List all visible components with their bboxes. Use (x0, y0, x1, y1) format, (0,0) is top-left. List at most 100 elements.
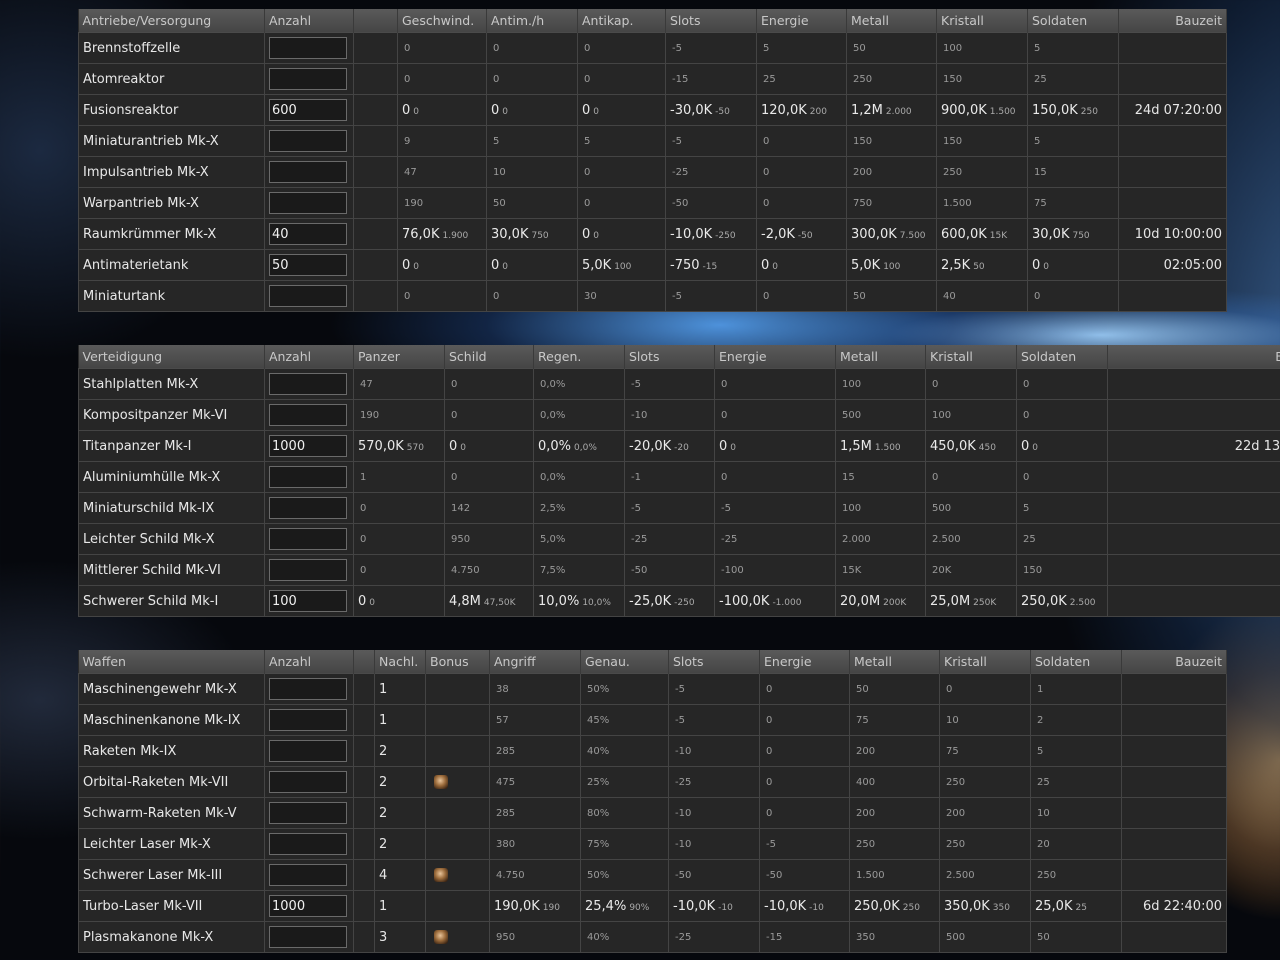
quantity-input[interactable] (269, 926, 347, 948)
stat-value: 950 (489, 921, 581, 953)
stat-value: 0 (397, 280, 487, 312)
stat-per-unit: 0 (413, 261, 420, 272)
build-time: 24d 07:20:00 (1118, 94, 1227, 126)
quantity-input[interactable] (269, 590, 347, 612)
quantity-input[interactable] (269, 130, 347, 152)
bonus-icon[interactable] (434, 775, 448, 789)
stat-value: -50 (624, 554, 715, 586)
stat-value: -5 (624, 492, 715, 524)
stat-value: 25 (1030, 766, 1122, 798)
quantity-input[interactable] (269, 802, 347, 824)
stat-value: 75% (580, 828, 669, 860)
table-row: Turbo-Laser Mk-VII1190,0K19025,4%90%-10,… (78, 890, 1227, 922)
spacer-cell (353, 187, 398, 219)
stat-total: -20,0K (629, 438, 672, 454)
stat-total: 600,0K (941, 226, 987, 242)
quantity-input[interactable] (269, 678, 347, 700)
stat-value: 00 (397, 94, 487, 126)
stat-value: 200 (939, 797, 1031, 829)
table-row: Orbital-Raketen Mk-VII 2 475 25% -25 0 400 250 2… (78, 766, 1227, 798)
quantity-input[interactable] (269, 99, 347, 121)
quantity-input[interactable] (269, 771, 347, 793)
quantity-input[interactable] (269, 740, 347, 762)
stat-total: -100,0K (719, 593, 770, 609)
stat-value: 20 (1030, 828, 1122, 860)
stat-value: -10,0K -10 (759, 890, 850, 922)
bonus-icon[interactable] (434, 868, 448, 882)
stat-value: 0 (756, 156, 847, 188)
stat-total: 25,0M (930, 593, 971, 609)
quantity-input[interactable] (269, 285, 347, 307)
quantity-input[interactable] (269, 895, 347, 917)
item-name: Kompositpanzer Mk-VI (78, 399, 265, 431)
item-name: Antimaterietank (78, 249, 265, 281)
stat-value: 0 (577, 156, 666, 188)
stat-value: 250 (939, 828, 1031, 860)
reload-value: 1 (374, 673, 426, 705)
quantity-input[interactable] (269, 466, 347, 488)
table-row: Miniaturtank 0 0 30 -5 0 50 40 0 (78, 280, 1227, 312)
stat-value: 25 (1027, 63, 1119, 95)
spacer-cell (353, 218, 398, 250)
quantity-cell (264, 94, 354, 126)
stat-value: 0,0% (533, 399, 625, 431)
stat-value: 150,0K 250 (1027, 94, 1119, 126)
stat-per-unit: 0 (593, 106, 600, 117)
stat-per-unit: 250K (973, 597, 997, 608)
quantity-input[interactable] (269, 373, 347, 395)
stat-value: 45% (580, 704, 669, 736)
stat-value: -1 (624, 461, 715, 493)
stat-total: 300,0K (851, 226, 897, 242)
quantity-input[interactable] (269, 559, 347, 581)
stat-value: 00 (444, 430, 534, 462)
weapons-table: Waffen Anzahl Nachl. Bonus Angriff Genau. Slot… (78, 650, 1227, 953)
quantity-input[interactable] (269, 192, 347, 214)
quantity-input[interactable] (269, 528, 347, 550)
quantity-input[interactable] (269, 709, 347, 731)
column-header: Energie (756, 9, 847, 33)
quantity-input[interactable] (269, 497, 347, 519)
stat-per-unit: 2.500 (1069, 597, 1096, 608)
stat-value: 4.750 (489, 859, 581, 891)
stat-value: 1 (1030, 673, 1122, 705)
stat-value: -100 (714, 554, 836, 586)
stat-value: 100 (835, 492, 926, 524)
quantity-input[interactable] (269, 161, 347, 183)
build-time (1121, 921, 1227, 953)
stat-value: 0 (714, 399, 836, 431)
quantity-input[interactable] (269, 864, 347, 886)
stat-per-unit: 1.500 (874, 442, 901, 453)
build-time: 22d 13:40:00 (1107, 430, 1280, 462)
column-header: Energie (759, 650, 850, 674)
quantity-input[interactable] (269, 68, 347, 90)
spacer-cell (353, 249, 398, 281)
quantity-input[interactable] (269, 833, 347, 855)
stat-value: 600,0K 15K (936, 218, 1028, 250)
stat-value: 4,8M 47,50K (444, 585, 534, 617)
table-row: Schwarm-Raketen Mk-V 2 285 80% -10 0 200 200 10 (78, 797, 1227, 829)
quantity-input[interactable] (269, 404, 347, 426)
stat-per-unit: 0 (1043, 261, 1050, 272)
stat-value: -25 (668, 921, 760, 953)
stat-value: 0 (1027, 280, 1119, 312)
column-header: Bauzeit (1118, 9, 1227, 33)
stat-value: 40% (580, 735, 669, 767)
bonus-icon[interactable] (434, 930, 448, 944)
item-name: Stahlplatten Mk-X (78, 368, 265, 400)
stat-value: -15 (665, 63, 757, 95)
stat-total: 1,2M (851, 102, 883, 118)
build-time (1121, 735, 1227, 767)
quantity-input[interactable] (269, 37, 347, 59)
stat-value: 5,0K 100 (846, 249, 937, 281)
stat-value: 500 (835, 399, 926, 431)
stat-value: 25 (1016, 523, 1108, 555)
quantity-input[interactable] (269, 435, 347, 457)
quantity-input[interactable] (269, 223, 347, 245)
build-time: 02:05:00 (1118, 249, 1227, 281)
stat-total: 450,0K (930, 438, 976, 454)
stat-total: -10,0K (670, 226, 713, 242)
stat-total: 0 (582, 226, 591, 242)
stat-value: 0 (577, 32, 666, 64)
stat-value: 0 (444, 399, 534, 431)
quantity-input[interactable] (269, 254, 347, 276)
